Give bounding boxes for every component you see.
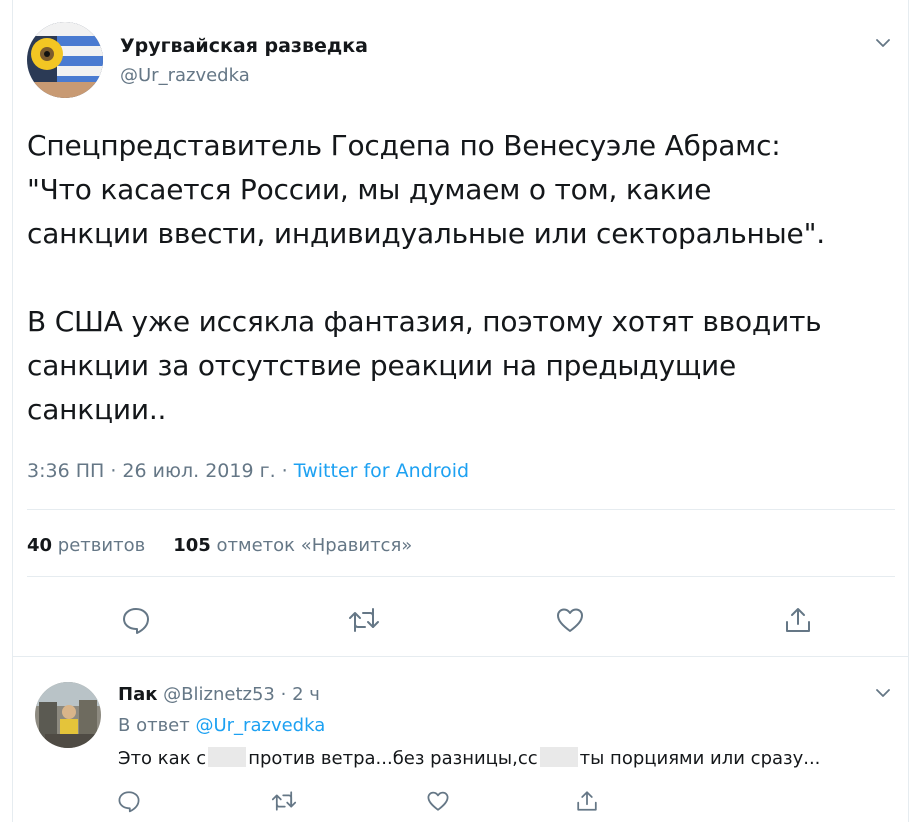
author-avatar[interactable]	[27, 22, 103, 98]
divider	[27, 576, 895, 577]
meta-separator: ·	[110, 460, 123, 482]
like-button[interactable]	[423, 788, 453, 818]
likes-label: отметок «Нравится»	[216, 535, 413, 556]
share-icon	[575, 789, 599, 817]
tweet-source[interactable]: Twitter for Android	[294, 460, 469, 482]
divider	[27, 509, 895, 510]
author-handle[interactable]: @Ur_razvedka	[120, 65, 250, 86]
likes-count: 105	[173, 535, 211, 556]
reply-text-part: ты порциями или сразу...	[579, 748, 821, 769]
tweet-stats: 40 ретвитов 105 отметок «Нравится»	[27, 535, 412, 556]
reply-icon	[121, 605, 151, 639]
reply-button[interactable]	[119, 605, 153, 639]
heart-icon	[426, 789, 450, 817]
chevron-down-icon[interactable]	[874, 34, 892, 52]
replying-to: В ответ @Ur_razvedka	[118, 715, 325, 736]
tweet-text: Спецпредставитель Госдепа по Венесуэле А…	[27, 129, 825, 426]
retweet-icon	[271, 789, 297, 817]
reply-text-part: против ветра...без разницы,сс	[248, 748, 538, 769]
reply-header: Пак @Bliznetz53 · 2 ч	[118, 684, 320, 705]
like-button[interactable]	[553, 605, 587, 639]
share-icon	[783, 605, 813, 639]
retweets-count: 40	[27, 535, 53, 556]
share-button[interactable]	[572, 788, 602, 818]
reply-avatar[interactable]	[35, 682, 101, 748]
timeline-column: Уругвайская разведка @Ur_razvedka Спецпр…	[12, 0, 909, 822]
reply-text: Это как с против ветра...без разницы,сс ты…	[118, 747, 820, 769]
tweet-time[interactable]: 3:36 ПП	[27, 460, 104, 482]
chevron-down-icon[interactable]	[874, 684, 892, 702]
retweet-button[interactable]	[269, 788, 299, 818]
reply-author-name[interactable]: Пак	[118, 684, 157, 705]
meta-separator: ·	[280, 684, 293, 705]
reply-time[interactable]: 2 ч	[292, 684, 320, 705]
tweet-separator	[13, 656, 908, 657]
heart-icon	[555, 605, 585, 639]
reply-button[interactable]	[114, 788, 144, 818]
meta-separator: ·	[281, 460, 294, 482]
main-tweet: Уругвайская разведка @Ur_razvedka Спецпр…	[13, 0, 908, 656]
redacted-block	[539, 747, 578, 767]
reply-to-handle[interactable]: @Ur_razvedka	[195, 715, 325, 736]
likes-stat[interactable]: 105 отметок «Нравится»	[173, 535, 412, 556]
redacted-block	[208, 747, 247, 767]
retweets-label: ретвитов	[57, 535, 146, 556]
tweet-date[interactable]: 26 июл. 2019 г.	[122, 460, 275, 482]
share-button[interactable]	[781, 605, 815, 639]
retweet-button[interactable]	[347, 605, 381, 639]
retweets-stat[interactable]: 40 ретвитов	[27, 535, 145, 556]
reply-prefix: В ответ	[118, 715, 190, 736]
reply-icon	[117, 789, 141, 817]
reply-author-handle[interactable]: @Bliznetz53	[163, 684, 275, 705]
reply-text-part: Это как с	[118, 748, 207, 769]
tweet-meta: 3:36 ПП · 26 июл. 2019 г. · Twitter for …	[27, 460, 469, 482]
retweet-icon	[348, 605, 380, 639]
author-name[interactable]: Уругвайская разведка	[120, 35, 368, 57]
